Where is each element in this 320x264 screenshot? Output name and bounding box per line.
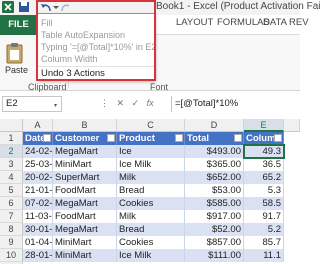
- table-cell[interactable]: Cookies: [117, 197, 185, 210]
- table-cell[interactable]: FoodMart: [53, 184, 117, 197]
- undo-item-column-width[interactable]: Column Width: [41, 54, 98, 64]
- table-cell[interactable]: 20-02-2023: [23, 171, 53, 184]
- row-header-9[interactable]: 9: [0, 236, 23, 249]
- table-cell[interactable]: MegaMart: [53, 223, 117, 236]
- column-header-next[interactable]: [284, 119, 300, 132]
- table-cell[interactable]: Bread: [117, 223, 185, 236]
- table-cell[interactable]: $857.00: [185, 236, 244, 249]
- filter-dropdown-icon[interactable]: [43, 134, 51, 142]
- table-cell[interactable]: $585.00: [185, 197, 244, 210]
- table-cell[interactable]: $111.00: [185, 249, 244, 262]
- table-cell[interactable]: 65.2: [244, 171, 284, 184]
- row-header-2[interactable]: 2: [0, 145, 23, 158]
- table-cell[interactable]: MiniMart: [53, 249, 117, 262]
- filter-dropdown-icon[interactable]: [234, 134, 242, 142]
- formula-bar-buttons: ⋮ ✕ ✓ fx: [100, 98, 154, 109]
- undo-icon[interactable]: [40, 2, 70, 13]
- clipboard-icon: [6, 43, 23, 64]
- enter-icon[interactable]: ✓: [132, 98, 140, 108]
- table-cell[interactable]: 30-01-2023: [23, 223, 53, 236]
- select-all-button[interactable]: [0, 119, 23, 132]
- table-cell[interactable]: 01-04-2023: [23, 236, 53, 249]
- table-cell[interactable]: $52.00: [185, 223, 244, 236]
- table-cell[interactable]: 11-03-2023: [23, 210, 53, 223]
- undo-item-fill[interactable]: Fill: [41, 18, 53, 28]
- filter-dropdown-icon[interactable]: [274, 134, 282, 142]
- tab-review[interactable]: REV: [289, 17, 309, 28]
- table-cell[interactable]: Milk: [117, 210, 185, 223]
- worksheet-grid[interactable]: ABCDE 1234567891011 DateCustomerProductT…: [0, 119, 300, 264]
- table-cell[interactable]: MiniMart: [53, 236, 117, 249]
- tab-file[interactable]: FILE: [0, 15, 37, 35]
- table-cell[interactable]: 28-01-2023: [23, 249, 53, 262]
- row-header-6[interactable]: 6: [0, 197, 23, 210]
- table-cell[interactable]: 24-02-2023: [23, 145, 53, 158]
- row-header-8[interactable]: 8: [0, 223, 23, 236]
- table-cell[interactable]: 07-02-2023: [23, 197, 53, 210]
- drag-handle-icon: ⋮: [100, 98, 109, 108]
- row-header-10[interactable]: 10: [0, 249, 23, 262]
- table-cell[interactable]: $493.00: [185, 145, 244, 158]
- filter-dropdown-icon[interactable]: [175, 134, 183, 142]
- table-cell[interactable]: 21-01-2023: [23, 184, 53, 197]
- excel-logo-icon: [2, 1, 14, 13]
- row-header-5[interactable]: 5: [0, 184, 23, 197]
- save-icon[interactable]: [18, 1, 30, 13]
- column-header-b[interactable]: B: [53, 119, 117, 132]
- undo-history-dropdown: Fill Table AutoExpansion Typing '=[@Tota…: [37, 13, 156, 80]
- column-header-d[interactable]: D: [185, 119, 244, 132]
- table-cell[interactable]: MegaMart: [53, 145, 117, 158]
- name-box-value: E2: [6, 98, 18, 109]
- column-header-c[interactable]: C: [117, 119, 185, 132]
- table-cell[interactable]: Ice: [117, 145, 185, 158]
- table-cell[interactable]: MegaMart: [53, 197, 117, 210]
- table-cell[interactable]: Milk: [117, 171, 185, 184]
- table-cell[interactable]: 25-03-2023: [23, 158, 53, 171]
- table-cell[interactable]: 36.5: [244, 158, 284, 171]
- table-cell[interactable]: FoodMart: [53, 210, 117, 223]
- formula-bar: E2 ▾ ⋮ ✕ ✓ fx =[@Total]*10%: [0, 93, 300, 115]
- undo-count-label: Undo 3 Actions: [41, 68, 105, 79]
- name-box[interactable]: E2: [2, 96, 62, 112]
- filter-dropdown-icon[interactable]: [107, 134, 115, 142]
- table-cell[interactable]: 11.1: [244, 249, 284, 262]
- tab-layout[interactable]: LAYOUT: [176, 17, 213, 28]
- insert-function-icon[interactable]: fx: [147, 98, 154, 108]
- table-cell[interactable]: 49.3: [244, 145, 284, 158]
- table-cell[interactable]: $652.00: [185, 171, 244, 184]
- table-cell[interactable]: Ice Milk: [117, 158, 185, 171]
- table-cell[interactable]: Cookies: [117, 236, 185, 249]
- table-cell[interactable]: 91.7: [244, 210, 284, 223]
- table-cell[interactable]: $917.00: [185, 210, 244, 223]
- row-header-3[interactable]: 3: [0, 158, 23, 171]
- row-header-4[interactable]: 4: [0, 171, 23, 184]
- tab-data[interactable]: DATA: [263, 17, 287, 28]
- group-label-font: Font: [150, 82, 169, 92]
- undo-count-footer: Undo 3 Actions: [38, 66, 154, 80]
- table-cell[interactable]: SuperMart: [53, 171, 117, 184]
- table-cell[interactable]: 5.2: [244, 223, 284, 236]
- formula-input[interactable]: =[@Total]*10%: [171, 96, 299, 112]
- column-header-e[interactable]: E: [244, 119, 284, 132]
- table-cell[interactable]: $365.00: [185, 158, 244, 171]
- table-cell[interactable]: 5.3: [244, 184, 284, 197]
- cancel-icon[interactable]: ✕: [117, 98, 125, 108]
- table-cell[interactable]: 58.5: [244, 197, 284, 210]
- undo-item-typing[interactable]: Typing '=[@Total]*10%' in E2: [41, 42, 156, 52]
- table-cell[interactable]: $53.00: [185, 184, 244, 197]
- table-cell[interactable]: Bread: [117, 184, 185, 197]
- row-header-1[interactable]: 1: [0, 132, 23, 145]
- table-cell[interactable]: MiniMart: [53, 158, 117, 171]
- tab-formulas[interactable]: FORMULAS: [217, 17, 270, 28]
- undo-item-table-autoexpansion[interactable]: Table AutoExpansion: [41, 30, 125, 40]
- group-label-clipboard: Clipboard: [28, 82, 67, 92]
- table-cell[interactable]: 85.7: [244, 236, 284, 249]
- table-cell[interactable]: Ice Milk: [117, 249, 185, 262]
- row-header-7[interactable]: 7: [0, 210, 23, 223]
- window-title: Book1 - Excel (Product Activation Failed: [156, 1, 320, 12]
- column-header-a[interactable]: A: [23, 119, 53, 132]
- paste-label: Paste: [5, 65, 29, 75]
- chevron-down-icon[interactable]: ▾: [54, 102, 57, 109]
